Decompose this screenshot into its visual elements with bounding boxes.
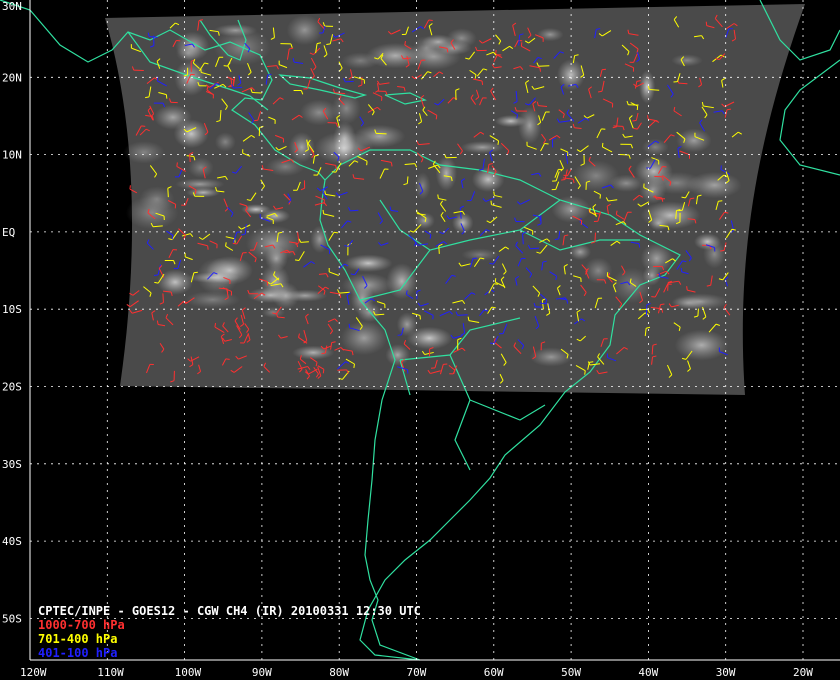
cloud-patch	[175, 178, 225, 191]
cloud-patch	[196, 257, 239, 295]
cloud-patch	[175, 43, 201, 63]
cloud-patch	[174, 60, 207, 97]
map-canvas: 120W110W100W90W80W70W60W50W40W30W20W10 3…	[0, 0, 840, 679]
lat-label: 10N	[2, 149, 22, 162]
cloud-patch	[648, 215, 669, 231]
lat-label: EQ	[2, 226, 15, 239]
lat-label: 10S	[2, 303, 22, 316]
cloud-patch	[123, 141, 165, 164]
cloud-patch	[435, 155, 457, 191]
cloud-patch	[536, 27, 564, 42]
lat-label: 50S	[2, 612, 22, 625]
cloud-patch	[286, 14, 323, 46]
lat-label: 20N	[2, 71, 22, 84]
cloud-patch	[157, 269, 194, 295]
lat-label: 20S	[2, 381, 22, 394]
lat-label: 30N	[2, 0, 22, 13]
lon-label: 70W	[407, 666, 427, 679]
cloud-patch	[213, 24, 258, 37]
lon-label: 50W	[561, 666, 581, 679]
cloud-patch	[414, 172, 431, 200]
cloud-patch	[460, 141, 505, 154]
cloud-patch	[639, 70, 656, 104]
cloud-patch	[461, 248, 499, 262]
cloud-patch	[247, 287, 294, 304]
lon-label: 100W	[175, 666, 202, 679]
cloud-patch	[187, 157, 214, 179]
cloud-patch	[640, 243, 673, 274]
cloud-patch	[214, 132, 236, 152]
lon-label: 90W	[252, 666, 272, 679]
longitude-labels: 120W110W100W90W80W70W60W50W40W30W20W10	[20, 666, 813, 679]
lon-label: 80W	[329, 666, 349, 679]
satellite-wind-map: 120W110W100W90W80W70W60W50W40W30W20W10 3…	[0, 0, 840, 680]
cloud-patch	[139, 186, 175, 212]
cloud-patch	[676, 128, 712, 153]
cloud-patch	[671, 54, 703, 67]
cloud-patch	[694, 233, 721, 251]
legend-high-level: 401-100 hPa	[38, 646, 117, 660]
legend-mid-level: 701-400 hPa	[38, 632, 117, 646]
cloud-patch	[385, 344, 410, 366]
cloud-patch	[452, 212, 474, 234]
cloud-patch	[674, 329, 729, 361]
cloud-patch	[154, 104, 192, 130]
legend-low-level: 1000-700 hPa	[38, 618, 125, 632]
africa-coast	[779, 59, 840, 176]
lon-label: 40W	[638, 666, 658, 679]
lon-label: 20W	[793, 666, 813, 679]
cloud-patch	[396, 312, 418, 337]
cloud-patch	[344, 254, 393, 272]
lon-label: 60W	[484, 666, 504, 679]
map-title: CPTEC/INPE - GOES12 - CGW CH4 (IR) 20100…	[38, 604, 421, 618]
cloud-patch	[299, 99, 339, 126]
cloud-patch	[671, 293, 729, 310]
cloud-patch	[649, 171, 704, 195]
cloud-patch	[341, 52, 380, 70]
cloud-patch	[529, 347, 573, 367]
lon-label: 30W	[716, 666, 736, 679]
lon-label: 110W	[97, 666, 124, 679]
lat-label: 40S	[2, 535, 22, 548]
cloud-patch	[611, 267, 653, 304]
cloud-patch	[353, 124, 406, 148]
cloud-patch	[494, 115, 527, 128]
latitude-labels: 30N 20N 10N EQ 10S 20S 30S 40S 50S	[2, 0, 22, 625]
lon-label: 120W	[20, 666, 47, 679]
cloud-patch	[386, 263, 418, 300]
lat-label: 30S	[2, 458, 22, 471]
